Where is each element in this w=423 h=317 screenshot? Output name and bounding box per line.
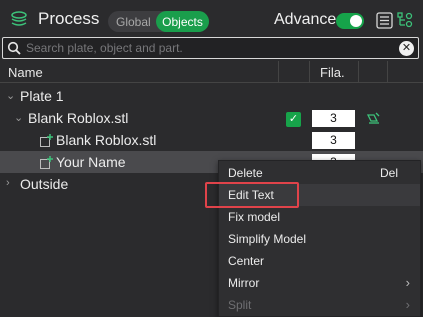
chevron-down-icon[interactable]: ⌄ [6, 89, 15, 102]
search-input[interactable] [26, 40, 391, 56]
advance-label: Advance [274, 11, 337, 28]
part-add-icon [40, 134, 53, 147]
toggle-knob [350, 15, 362, 27]
tab-global[interactable]: Global [116, 15, 158, 29]
part-label: Your Name [56, 154, 126, 170]
list-icon[interactable] [376, 12, 393, 29]
search-bar: ✕ [2, 37, 419, 59]
chevron-down-icon[interactable]: ⌄ [14, 111, 23, 124]
object-label: Blank Roblox.stl [28, 110, 129, 126]
process-header: Process Global Objects Advance [0, 0, 423, 37]
menu-item-delete[interactable]: Delete Del [219, 162, 420, 184]
menu-item-label: Fix model [228, 210, 281, 224]
part-label: Blank Roblox.stl [56, 132, 157, 148]
part-add-icon [40, 156, 53, 169]
tab-objects[interactable]: Objects [156, 11, 209, 32]
column-divider [387, 61, 388, 83]
clear-search-icon[interactable]: ✕ [399, 41, 414, 56]
advance-toggle[interactable] [336, 13, 364, 29]
menu-item-center[interactable]: Center [219, 250, 420, 272]
menu-item-label: Split [228, 298, 252, 312]
tree-row-part[interactable]: Blank Roblox.stl 3 [0, 129, 423, 151]
column-divider [278, 61, 279, 83]
column-fila[interactable]: Fila. [320, 65, 345, 80]
tree-row-plate[interactable]: ⌄ Plate 1 [0, 85, 423, 107]
menu-item-split[interactable]: Split › [219, 294, 420, 316]
filament-field[interactable]: 3 [312, 132, 355, 149]
chevron-right-icon: › [405, 297, 410, 312]
column-header: Name Fila. [0, 61, 423, 83]
chevron-right-icon[interactable]: › [6, 177, 10, 189]
menu-item-label: Simplify Model [228, 232, 307, 246]
menu-item-fix-model[interactable]: Fix model [219, 206, 420, 228]
global-objects-switch[interactable]: Global Objects [108, 11, 209, 32]
process-title: Process [38, 9, 100, 28]
outside-label: Outside [20, 176, 69, 192]
menu-item-label: Center [228, 254, 265, 268]
menu-item-simplify-model[interactable]: Simplify Model [219, 228, 420, 250]
column-divider [358, 61, 359, 83]
checkbox-icon[interactable]: ✓ [286, 112, 301, 127]
menu-item-label: Delete [228, 166, 263, 180]
menu-item-mirror[interactable]: Mirror › [219, 272, 420, 294]
column-name[interactable]: Name [8, 65, 43, 80]
plate-label: Plate 1 [20, 88, 64, 104]
layers-icon [11, 11, 27, 26]
tree-row-object[interactable]: ⌄ Blank Roblox.stl ✓ 3 [0, 107, 423, 129]
tree-settings-icon[interactable] [397, 12, 413, 29]
search-icon [7, 41, 21, 55]
chevron-right-icon: › [405, 275, 410, 290]
paint-icon[interactable] [366, 111, 381, 126]
highlight-box [205, 182, 299, 208]
menu-item-label: Mirror [228, 276, 260, 290]
column-divider [309, 61, 310, 83]
filament-field[interactable]: 3 [312, 110, 355, 127]
menu-item-shortcut: Del [379, 166, 398, 180]
